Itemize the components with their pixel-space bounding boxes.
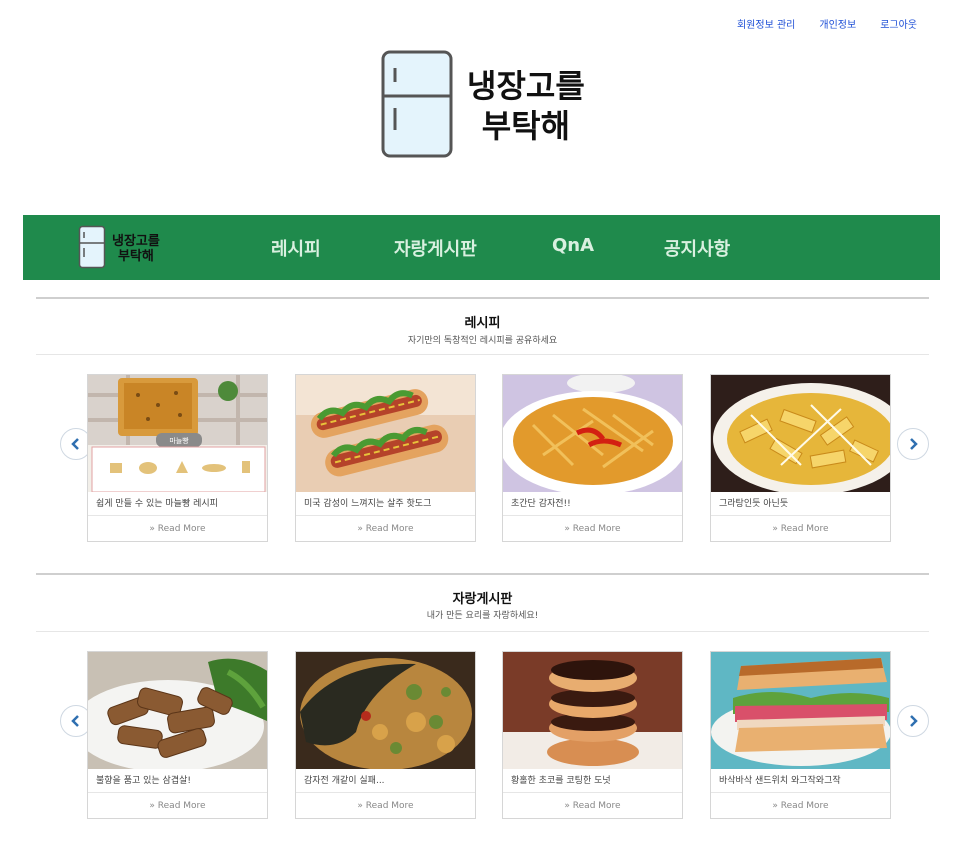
main-nav: 냉장고를 부탁해 레시피 자랑게시판 QnA 공지사항 [23,215,940,280]
logout-link[interactable]: 로그아웃 [880,16,917,31]
fridge-icon [78,225,106,273]
card-caption: 쉽게 만들 수 있는 마늘빵 레시피 [88,492,267,516]
showoff-card[interactable]: 감자전 개같이 실패... » Read More [295,651,476,819]
garlic-bread-photo: 마늘빵 [88,375,267,492]
fridge-icon [381,50,453,162]
read-more-link[interactable]: » Read More [296,793,475,819]
read-more-link[interactable]: » Read More [88,516,267,542]
site-logo[interactable]: 냉장고를 부탁해 [381,50,585,162]
section-divider-thin [36,631,929,632]
recipe-section-title: 레시피 [464,316,501,331]
top-links: 회원정보 관리 개인정보 로그아웃 [737,16,917,31]
nav-item-qna[interactable]: QnA [552,235,594,256]
section-divider-thin [36,354,929,355]
section-divider [36,573,929,575]
card-caption: 황홀한 초코를 코팅한 도넛 [503,769,682,793]
read-more-link[interactable]: » Read More [503,793,682,819]
nav-logo[interactable]: 냉장고를 부탁해 [78,225,160,273]
showoff-section-subtitle: 내가 만든 요리를 자랑하세요! [426,611,539,621]
gratin-photo [711,375,890,492]
pork-belly-photo [88,652,267,769]
read-more-link[interactable]: » Read More [296,516,475,542]
card-caption: 미국 감성이 느껴지는 살주 핫도그 [296,492,475,516]
recipe-card[interactable]: 미국 감성이 느껴지는 살주 핫도그 » Read More [295,374,476,542]
carousel-next-button[interactable] [897,705,929,737]
nav-item-recipe[interactable]: 레시피 [271,235,321,261]
card-caption: 감자전 개같이 실패... [296,769,475,793]
donut-photo [503,652,682,769]
recipe-badge: 마늘빵 [169,436,189,445]
recipe-section-subtitle: 자기만의 독창적인 레시피를 공유하세요 [407,336,558,346]
card-caption: 바삭바삭 샌드위치 와그작와그작 [711,769,890,793]
carousel-next-button[interactable] [897,428,929,460]
sandwich-photo [711,652,890,769]
chevron-left-icon [71,715,81,727]
read-more-link[interactable]: » Read More [88,793,267,819]
potato-pancake-photo [503,375,682,492]
read-more-link[interactable]: » Read More [503,516,682,542]
chevron-left-icon [71,438,81,450]
showoff-card[interactable]: 황홀한 초코를 코팅한 도넛 » Read More [502,651,683,819]
showoff-card[interactable]: 바삭바삭 샌드위치 와그작와그작 » Read More [710,651,891,819]
logo-text: 냉장고를 부탁해 [467,67,585,145]
hotdog-photo [296,375,475,492]
card-caption: 그라탕인듯 아닌듯 [711,492,890,516]
card-caption: 불향을 품고 있는 삼겹살! [88,769,267,793]
recipe-card[interactable]: 마늘빵 쉽게 만들 수 있는 마늘빵 레시피 » Read More [87,374,268,542]
recipe-card[interactable]: 초간단 감자전!! » Read More [502,374,683,542]
chevron-right-icon [908,715,918,727]
showoff-card[interactable]: 불향을 품고 있는 삼겹살! » Read More [87,651,268,819]
nav-item-showoff[interactable]: 자랑게시판 [394,235,477,261]
failed-pancake-photo [296,652,475,769]
recipe-card[interactable]: 그라탕인듯 아닌듯 » Read More [710,374,891,542]
card-caption: 초간단 감자전!! [503,492,682,516]
read-more-link[interactable]: » Read More [711,793,890,819]
chevron-right-icon [908,438,918,450]
privacy-link[interactable]: 개인정보 [819,16,856,31]
section-divider [36,297,929,299]
nav-logo-text: 냉장고를 부탁해 [112,234,160,264]
showoff-section-title: 자랑게시판 [452,592,513,607]
read-more-link[interactable]: » Read More [711,516,890,542]
member-info-link[interactable]: 회원정보 관리 [737,16,795,31]
nav-item-notice[interactable]: 공지사항 [664,235,730,261]
